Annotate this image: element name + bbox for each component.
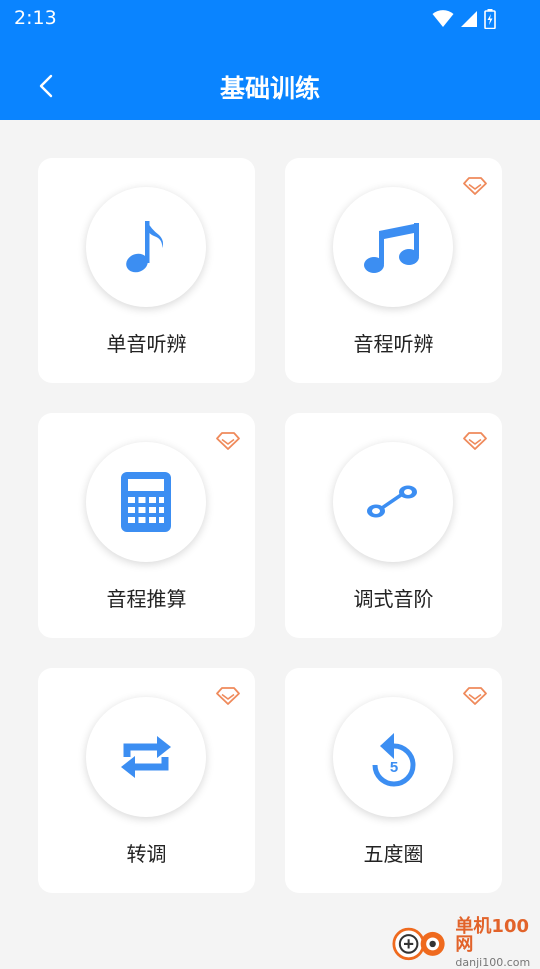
watermark-name: 单机100网	[455, 916, 529, 955]
watermark: 单机100网 danji100.com	[392, 918, 540, 968]
icon-circle	[86, 697, 206, 817]
signal-icon	[461, 11, 477, 27]
icon-circle	[86, 187, 206, 307]
icon-circle	[333, 187, 453, 307]
diamond-icon	[463, 432, 487, 450]
card-circle-of-fifths[interactable]: 5 五度圈	[285, 668, 502, 893]
music-notes-icon	[364, 223, 419, 273]
app-bar: 2:13 基础训练	[0, 0, 540, 120]
battery-icon	[484, 9, 496, 29]
diamond-icon	[463, 177, 487, 195]
replay-5-icon: 5	[372, 733, 416, 787]
diamond-icon	[216, 432, 240, 450]
card-label: 音程推算	[106, 587, 187, 611]
watermark-url: danji100.com	[455, 956, 531, 969]
calculator-icon	[121, 472, 171, 532]
card-label: 调式音阶	[353, 587, 434, 611]
card-label: 五度圈	[363, 842, 424, 866]
icon-circle	[86, 442, 206, 562]
card-label: 转调	[126, 842, 167, 866]
repeat-icon	[121, 736, 171, 778]
card-modes-scales[interactable]: 调式音阶	[285, 413, 502, 638]
status-time: 2:13	[14, 7, 57, 29]
card-label: 音程听辨	[353, 332, 434, 356]
watermark-logo	[392, 927, 445, 961]
card-modulation[interactable]: 转调	[38, 668, 255, 893]
diamond-icon	[216, 687, 240, 705]
page-title: 基础训练	[219, 74, 320, 103]
wifi-icon	[432, 10, 454, 27]
card-label: 单音听辨	[106, 332, 187, 356]
card-single-note[interactable]: 单音听辨	[38, 158, 255, 383]
svg-text:5: 5	[390, 759, 398, 776]
status-icons	[432, 9, 496, 29]
diamond-icon	[463, 687, 487, 705]
card-interval-listening[interactable]: 音程听辨	[285, 158, 502, 383]
card-interval-calculation[interactable]: 音程推算	[38, 413, 255, 638]
icon-circle	[333, 442, 453, 562]
scale-link-icon	[367, 485, 417, 518]
icon-circle: 5	[333, 697, 453, 817]
music-note-icon	[126, 221, 163, 273]
